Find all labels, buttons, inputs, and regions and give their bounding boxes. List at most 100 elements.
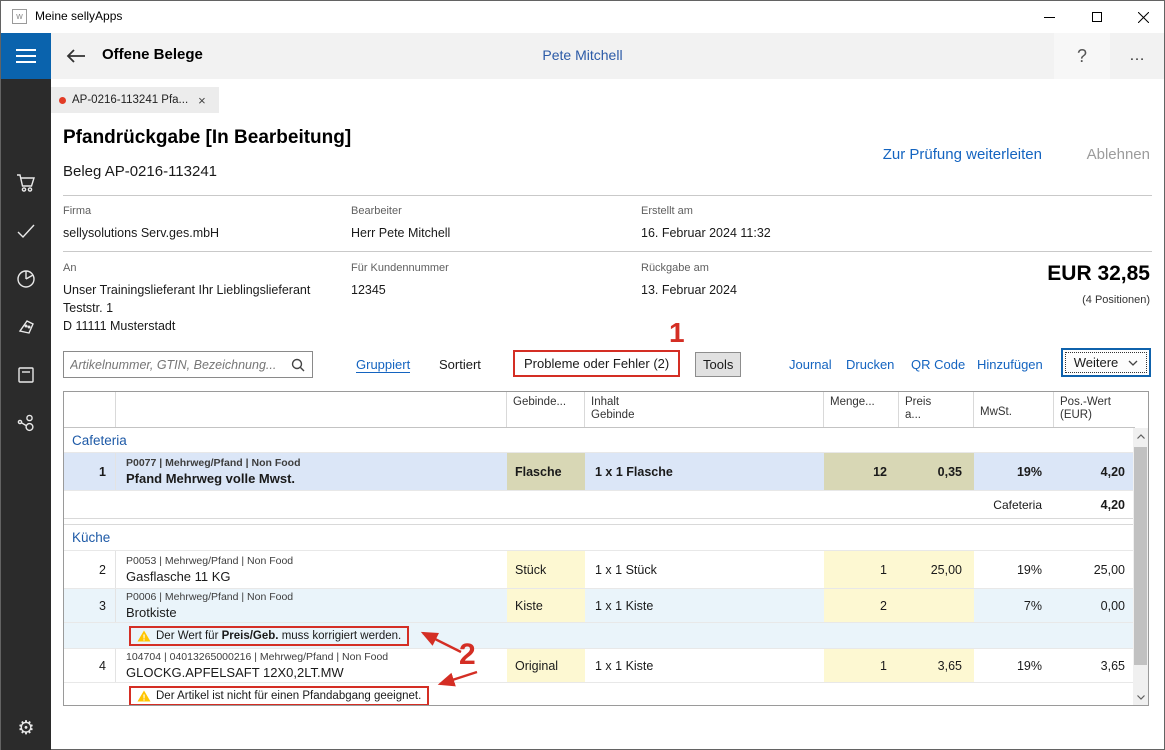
sidebar-item-reports[interactable] [1,261,51,297]
gebinde-cell[interactable]: Flasche [507,453,585,490]
gebinde-cell[interactable]: Kiste [507,589,585,622]
reject-button[interactable]: Ablehnen [1087,146,1150,163]
tab-label: AP-0216-113241 Pfa... [72,94,188,106]
app-header: Offene Belege Pete Mitchell ? … [1,33,1164,79]
scroll-up-icon[interactable] [1133,428,1148,445]
qr-code-link[interactable]: QR Code [911,357,965,372]
print-link[interactable]: Drucken [846,357,894,372]
mwst-cell: 19% [974,551,1054,588]
warning-message-box: ! Der Artikel ist nicht für einen Pfanda… [129,686,429,706]
menge-cell[interactable]: 2 [824,589,899,622]
warning-icon: ! [137,690,151,702]
table-row[interactable]: 2 P0053 | Mehrweg/Pfand | Non Food Gasfl… [64,551,1135,589]
pie-chart-icon [16,269,36,289]
document-title: Pfandrückgabe [In Bearbeitung] [63,127,351,149]
preis-cell[interactable]: 3,65 [899,649,974,682]
preis-cell[interactable]: 25,00 [899,551,974,588]
pos-wert-cell: 3,65 [1054,649,1135,682]
menge-cell[interactable]: 1 [824,649,899,682]
preis-cell[interactable]: 0,35 [899,453,974,490]
warning-icon: ! [137,630,151,642]
col-header-gebinde[interactable]: Gebinde... [507,392,585,427]
subtotal-label: Cafeteria [974,491,1054,518]
total-amount: EUR 32,85 [1047,262,1150,286]
journal-link[interactable]: Journal [789,357,832,372]
article-name: Pfand Mehrweg volle Mwst. [126,470,295,487]
col-header-pos-wert[interactable]: Pos.-Wert(EUR) [1054,392,1135,427]
search-input[interactable] [64,358,291,372]
grouped-toggle[interactable]: Gruppiert [356,357,410,373]
title-bar: w Meine sellyApps [1,1,1164,33]
more-options-button[interactable]: … [1113,33,1163,79]
scroll-down-icon[interactable] [1133,689,1148,706]
cart-icon [15,173,37,193]
mwst-cell: 19% [974,649,1054,682]
inhalt-cell: 1 x 1 Stück [585,551,824,588]
app-window: w Meine sellyApps Offene Belege Pete Mit… [0,0,1165,750]
col-header-preis[interactable]: Preisa... [899,392,974,427]
menge-cell[interactable]: 12 [824,453,899,490]
sidebar-item-settings[interactable]: ⚙ [1,710,51,746]
check-icon [16,223,36,239]
svg-text:!: ! [143,632,146,642]
menge-cell[interactable]: 1 [824,551,899,588]
inhalt-cell: 1 x 1 Kiste [585,649,824,682]
preis-cell[interactable] [899,589,974,622]
pos-wert-cell: 25,00 [1054,551,1135,588]
sidebar-item-cart[interactable] [1,165,51,201]
document-tab[interactable]: AP-0216-113241 Pfa... × [51,87,219,113]
field-rueckgabe-am: Rückgabe am 13. Februar 2024 [641,262,737,299]
field-an: An Unser Trainingslieferant Ihr Liebling… [63,262,310,335]
book-icon [17,366,35,384]
col-header-mwst[interactable]: MwSt. [974,392,1054,427]
col-header-menge[interactable]: Menge... [824,392,899,427]
col-header-inhalt[interactable]: InhaltGebinde [585,392,824,427]
problems-errors-button[interactable]: Probleme oder Fehler (2) [513,350,680,377]
article-name: Brotkiste [126,604,177,621]
article-code: 104704 | 04013265000216 | Mehrweg/Pfand … [126,651,388,664]
tools-button[interactable]: Tools [695,352,741,377]
article-code: P0006 | Mehrweg/Pfand | Non Food [126,591,293,604]
minimize-button[interactable] [1026,1,1072,33]
user-name-link[interactable]: Pete Mitchell [1,47,1164,63]
table-row[interactable]: 1 P0077 | Mehrweg/Pfand | Non Food Pfand… [64,453,1135,491]
add-link[interactable]: Hinzufügen [977,357,1043,372]
col-header-number[interactable] [64,392,116,427]
table-row[interactable]: 3 P0006 | Mehrweg/Pfand | Non Food Brotk… [64,589,1135,623]
search-icon[interactable] [291,358,305,372]
tab-close-icon[interactable]: × [198,93,206,108]
gebinde-cell[interactable]: Stück [507,551,585,588]
app-icon: w [12,9,27,24]
article-search [63,351,313,378]
article-code: P0053 | Mehrweg/Pfand | Non Food [126,555,293,568]
col-header-article[interactable] [116,392,507,427]
sidebar-item-share[interactable] [1,405,51,441]
group-header-kueche[interactable]: Küche [64,525,1135,551]
sidebar-item-tasks[interactable] [1,213,51,249]
article-name: GLOCKG.APFELSAFT 12X0,2LT.MW [126,664,344,681]
close-button[interactable] [1120,1,1165,33]
help-button[interactable]: ? [1054,33,1110,79]
forward-for-review-button[interactable]: Zur Prüfung weiterleiten [883,146,1042,163]
gebinde-cell[interactable]: Original [507,649,585,682]
sorted-toggle[interactable]: Sortiert [439,357,481,372]
table-header-row: Gebinde... InhaltGebinde Menge... Preisa… [64,392,1135,428]
group-header-cafeteria[interactable]: Cafeteria [64,428,1135,453]
more-actions-button[interactable]: Weitere [1061,348,1151,377]
positions-count: (4 Positionen) [1082,294,1150,306]
share-icon [16,413,36,433]
scrollbar-thumb[interactable] [1134,447,1147,665]
table-row[interactable]: 4 104704 | 04013265000216 | Mehrweg/Pfan… [64,649,1135,683]
validation-warning-row: ! Der Wert für Preis/Geb. muss korrigier… [64,623,1135,649]
sidebar-item-pricing[interactable] [1,309,51,345]
maximize-button[interactable] [1074,1,1120,33]
mwst-cell: 19% [974,453,1054,490]
group-subtotal-row: Cafeteria 4,20 [64,491,1135,519]
gear-icon: ⚙ [17,717,34,739]
pos-wert-cell: 4,20 [1054,453,1135,490]
validation-warning-row: ! Der Artikel ist nicht für einen Pfanda… [64,683,1135,706]
sidebar-item-journal[interactable] [1,357,51,393]
mwst-cell: 7% [974,589,1054,622]
table-scrollbar[interactable] [1133,428,1148,706]
chevron-down-icon [1128,360,1138,366]
